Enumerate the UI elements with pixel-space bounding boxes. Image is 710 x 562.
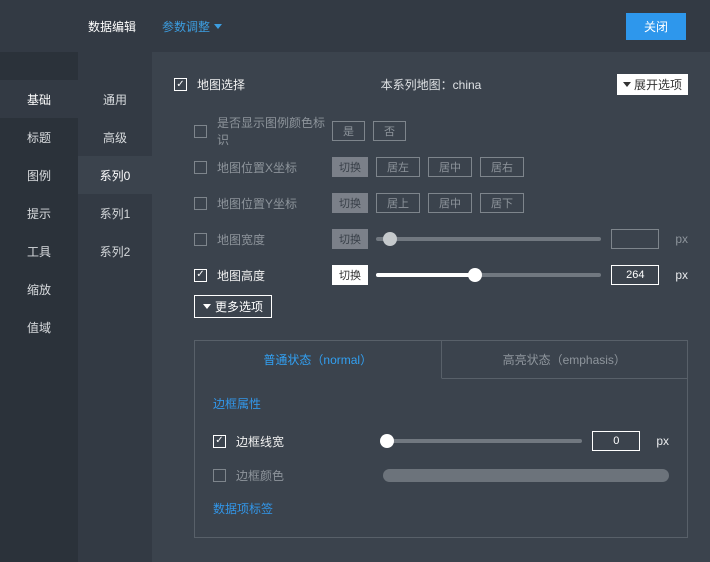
- btn-posx-left[interactable]: 居左: [376, 157, 420, 177]
- btn-posx-center[interactable]: 居中: [428, 157, 472, 177]
- btn-toggle-height[interactable]: 切换: [332, 265, 368, 285]
- checkbox-pos-y[interactable]: [194, 197, 207, 210]
- btn-no[interactable]: 否: [373, 121, 406, 141]
- row-map-height: 地图高度 切换 px: [194, 257, 688, 293]
- map-select-row: 地图选择 本系列地图：china 展开选项: [174, 74, 688, 95]
- checkbox-legend-color[interactable]: [194, 125, 207, 138]
- sidebar-secondary: 通用 高级 系列0 系列1 系列2: [78, 52, 152, 562]
- sidebar-item-title[interactable]: 标题: [0, 118, 78, 156]
- close-button[interactable]: 关闭: [626, 13, 686, 40]
- checkbox-pos-x[interactable]: [194, 161, 207, 174]
- more-options-button[interactable]: 更多选项: [194, 295, 272, 318]
- sidebar-item-zoom[interactable]: 缩放: [0, 270, 78, 308]
- color-bar[interactable]: [383, 469, 669, 482]
- tab-state-emphasis[interactable]: 高亮状态（emphasis）: [442, 341, 688, 379]
- label-map-width: 地图宽度: [217, 231, 265, 248]
- caret-down-icon: [203, 304, 211, 309]
- slider-knob[interactable]: [380, 434, 394, 448]
- label-pos-y: 地图位置Y坐标: [217, 195, 297, 212]
- btn-toggle-posx[interactable]: 切换: [332, 157, 368, 177]
- sidebar2-item-series0[interactable]: 系列0: [78, 156, 152, 194]
- checkbox-border-width[interactable]: [213, 435, 226, 448]
- body: 基础 标题 图例 提示 工具 缩放 值域 通用 高级 系列0 系列1 系列2 地…: [0, 52, 710, 562]
- input-border-width[interactable]: [592, 431, 640, 451]
- checkbox-border-color[interactable]: [213, 469, 226, 482]
- caret-down-icon: [623, 82, 631, 87]
- data-label-section-title: 数据项标签: [213, 500, 669, 517]
- expand-options-button[interactable]: 展开选项: [617, 74, 688, 95]
- expand-label: 展开选项: [634, 76, 682, 93]
- label-map-select: 地图选择: [197, 76, 245, 93]
- btn-posx-right[interactable]: 居右: [480, 157, 524, 177]
- border-section-title: 边框属性: [213, 395, 669, 412]
- sidebar-item-tool[interactable]: 工具: [0, 232, 78, 270]
- sidebar-item-tooltip[interactable]: 提示: [0, 194, 78, 232]
- label-pos-x: 地图位置X坐标: [217, 159, 297, 176]
- checkbox-map-width[interactable]: [194, 233, 207, 246]
- state-panel: 普通状态（normal） 高亮状态（emphasis） 边框属性 边框线宽: [194, 340, 688, 538]
- btn-posy-top[interactable]: 居上: [376, 193, 420, 213]
- options-group: 是否显示图例颜色标识 是 否 地图位置X坐标 切换 居左 居中 居右: [174, 113, 688, 538]
- checkbox-map-select[interactable]: [174, 78, 187, 91]
- row-legend-color: 是否显示图例颜色标识 是 否: [194, 113, 688, 149]
- state-tabs: 普通状态（normal） 高亮状态（emphasis）: [195, 341, 687, 379]
- row-pos-y: 地图位置Y坐标 切换 居上 居中 居下: [194, 185, 688, 221]
- sidebar-item-basic[interactable]: 基础: [0, 80, 78, 118]
- btn-yes[interactable]: 是: [332, 121, 365, 141]
- tab-state-normal[interactable]: 普通状态（normal）: [195, 341, 442, 379]
- more-label: 更多选项: [215, 298, 263, 315]
- row-border-width: 边框线宽 px: [213, 424, 669, 458]
- sidebar2-item-series2[interactable]: 系列2: [78, 232, 152, 270]
- label-border-width: 边框线宽: [236, 433, 284, 450]
- label-map-height: 地图高度: [217, 267, 265, 284]
- sidebar2-item-general[interactable]: 通用: [78, 80, 152, 118]
- main-panel: 地图选择 本系列地图：china 展开选项 是否显示图例颜色标识 是 否: [152, 52, 710, 562]
- slider-map-width[interactable]: [376, 237, 601, 241]
- current-map-text: 本系列地图：china: [381, 76, 482, 93]
- sidebar2-item-advanced[interactable]: 高级: [78, 118, 152, 156]
- sidebar-item-legend[interactable]: 图例: [0, 156, 78, 194]
- row-border-color: 边框颜色: [213, 458, 669, 492]
- checkbox-map-height[interactable]: [194, 269, 207, 282]
- state-body: 边框属性 边框线宽 px: [195, 379, 687, 537]
- unit-px: px: [656, 434, 669, 448]
- slider-border-width[interactable]: [383, 439, 582, 443]
- label-legend-color: 是否显示图例颜色标识: [217, 114, 332, 148]
- label-border-color: 边框颜色: [236, 467, 284, 484]
- btn-toggle-width[interactable]: 切换: [332, 229, 368, 249]
- btn-posy-bottom[interactable]: 居下: [480, 193, 524, 213]
- header-tabs: 数据编辑 参数调整: [88, 18, 222, 35]
- btn-posy-center[interactable]: 居中: [428, 193, 472, 213]
- row-pos-x: 地图位置X坐标 切换 居左 居中 居右: [194, 149, 688, 185]
- slider-map-height[interactable]: [376, 273, 601, 277]
- row-map-width: 地图宽度 切换 px: [194, 221, 688, 257]
- tab-data-edit[interactable]: 数据编辑: [88, 18, 136, 35]
- btn-toggle-posy[interactable]: 切换: [332, 193, 368, 213]
- tab-param-adjust[interactable]: 参数调整: [162, 18, 222, 35]
- sidebar2-item-series1[interactable]: 系列1: [78, 194, 152, 232]
- sidebar-item-range[interactable]: 值域: [0, 308, 78, 346]
- slider-knob[interactable]: [383, 232, 397, 246]
- slider-knob[interactable]: [468, 268, 482, 282]
- input-map-height[interactable]: [611, 265, 659, 285]
- sidebar-primary: 基础 标题 图例 提示 工具 缩放 值域: [0, 52, 78, 562]
- caret-down-icon: [214, 24, 222, 29]
- tab-param-label: 参数调整: [162, 18, 210, 35]
- input-map-width[interactable]: [611, 229, 659, 249]
- unit-px: px: [675, 232, 688, 246]
- header: 数据编辑 参数调整 关闭: [0, 0, 710, 52]
- unit-px: px: [675, 268, 688, 282]
- app-root: 数据编辑 参数调整 关闭 基础 标题 图例 提示 工具 缩放 值域 通用 高级 …: [0, 0, 710, 562]
